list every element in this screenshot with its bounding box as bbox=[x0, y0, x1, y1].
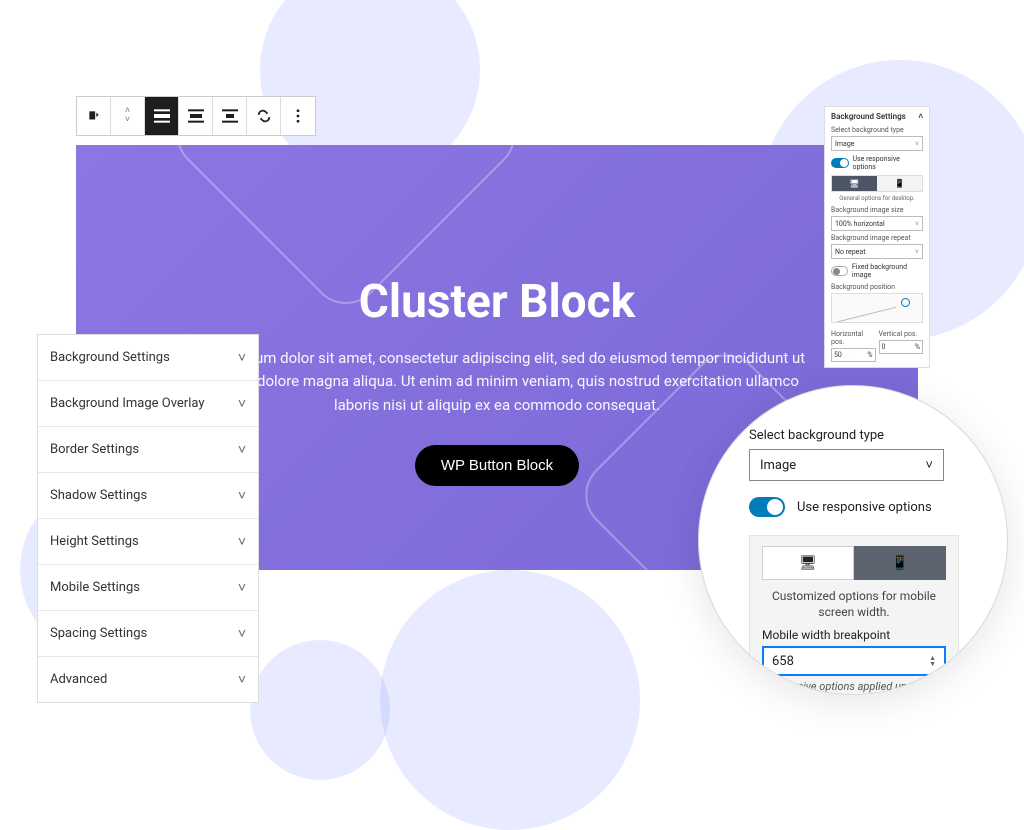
tab-desktop[interactable]: 🖥 bbox=[832, 176, 877, 191]
panel-title: Background Settings bbox=[831, 112, 906, 121]
zoom-select-background-type[interactable]: Image ˅ bbox=[749, 449, 944, 481]
breakpoint-input[interactable]: 658 ▲▼ bbox=[762, 646, 946, 676]
fixed-bg-label: Fixed background image bbox=[852, 263, 923, 279]
zoom-select-label: Select background type bbox=[749, 428, 957, 443]
transform-button[interactable] bbox=[247, 97, 281, 135]
chevron-down-icon: ˅ bbox=[238, 395, 246, 412]
block-movers[interactable]: ˄ ˅ bbox=[111, 97, 145, 135]
input-value: 0 bbox=[882, 343, 886, 351]
select-image-repeat[interactable]: No repeat ˅ bbox=[831, 244, 923, 259]
zoom-tab-mobile[interactable]: 📱 bbox=[854, 546, 946, 580]
mobile-icon: 📱 bbox=[895, 179, 905, 188]
cluster-paragraph: Lorem ipsum dolor sit amet, consectetur … bbox=[177, 347, 817, 417]
background-settings-panel: Background Settings ˄ Select background … bbox=[824, 106, 930, 368]
move-down-icon: ˅ bbox=[125, 116, 130, 125]
chevron-down-icon: ˅ bbox=[238, 671, 246, 688]
cluster-heading: Cluster Block bbox=[166, 275, 828, 329]
select-type-label: Select background type bbox=[831, 126, 923, 134]
v-pos-label: Vertical pos. bbox=[879, 330, 924, 338]
breakpoint-label: Mobile width breakpoint bbox=[762, 628, 946, 642]
responsive-label: Use responsive options bbox=[853, 155, 924, 171]
accordion-item-height[interactable]: Height Settings ˅ bbox=[38, 519, 258, 565]
desktop-icon: 🖥 bbox=[799, 555, 817, 571]
chevron-down-icon: ˅ bbox=[238, 579, 246, 596]
zoom-detail: Select background type Image ˅ Use respo… bbox=[698, 385, 1008, 695]
wp-button-block[interactable]: WP Button Block bbox=[415, 445, 579, 486]
select-value: No repeat bbox=[835, 248, 865, 256]
chevron-down-icon: ˅ bbox=[915, 220, 919, 228]
accordion-item-overlay[interactable]: Background Image Overlay ˅ bbox=[38, 381, 258, 427]
zoom-responsive-label: Use responsive options bbox=[797, 500, 932, 515]
accordion-item-advanced[interactable]: Advanced ˅ bbox=[38, 657, 258, 702]
device-description: General options for desktop. bbox=[831, 195, 923, 202]
position-line bbox=[838, 307, 896, 322]
accordion-label: Height Settings bbox=[50, 534, 139, 549]
accordion-item-shadow[interactable]: Shadow Settings ˅ bbox=[38, 473, 258, 519]
decorative-blob bbox=[250, 640, 390, 780]
chevron-down-icon: ˅ bbox=[915, 248, 919, 256]
decorative-blob bbox=[380, 570, 640, 830]
chevron-down-icon: ˅ bbox=[238, 625, 246, 642]
panel-header[interactable]: Background Settings ˄ bbox=[831, 112, 923, 121]
accordion-item-spacing[interactable]: Spacing Settings ˅ bbox=[38, 611, 258, 657]
accordion-item-mobile[interactable]: Mobile Settings ˅ bbox=[38, 565, 258, 611]
responsive-toggle[interactable] bbox=[831, 158, 849, 168]
chevron-down-icon: ˅ bbox=[238, 441, 246, 458]
tab-mobile[interactable]: 📱 bbox=[877, 176, 922, 191]
accordion-label: Spacing Settings bbox=[50, 626, 147, 641]
chevron-down-icon: ˅ bbox=[238, 349, 246, 366]
zoom-device-description: Customized options for mobile screen wid… bbox=[762, 588, 946, 620]
number-spinner[interactable]: ▲▼ bbox=[929, 655, 936, 667]
accordion-item-background[interactable]: Background Settings ˅ bbox=[38, 335, 258, 381]
select-background-type[interactable]: Image ˅ bbox=[831, 136, 923, 151]
block-type-button[interactable] bbox=[77, 97, 111, 135]
zoom-device-tabs: 🖥 📱 bbox=[762, 546, 946, 580]
repeat-label: Background image repeat bbox=[831, 234, 923, 242]
position-label: Background position bbox=[831, 283, 923, 291]
block-toolbar: ˄ ˅ bbox=[76, 96, 316, 136]
settings-accordion: Background Settings ˅ Background Image Ov… bbox=[37, 334, 259, 703]
zoom-responsive-toggle[interactable] bbox=[749, 497, 785, 517]
position-handle[interactable] bbox=[901, 298, 910, 307]
align-full-button[interactable] bbox=[145, 97, 179, 135]
zoom-device-box: 🖥 📱 Customized options for mobile screen… bbox=[749, 535, 959, 695]
h-pos-label: Horizontal pos. bbox=[831, 330, 876, 346]
mobile-icon: 📱 bbox=[891, 555, 908, 571]
select-value: Image bbox=[760, 458, 796, 473]
fixed-bg-toggle[interactable] bbox=[831, 266, 848, 276]
size-label: Background image size bbox=[831, 206, 923, 214]
input-value: 50 bbox=[834, 351, 842, 359]
v-pos-input[interactable]: 0% bbox=[879, 340, 924, 354]
input-unit: % bbox=[867, 351, 872, 359]
chevron-down-icon: ˅ bbox=[915, 140, 919, 148]
device-tabs: 🖥 📱 bbox=[831, 175, 923, 192]
chevron-up-icon: ˄ bbox=[918, 112, 923, 121]
accordion-label: Border Settings bbox=[50, 442, 139, 457]
desktop-icon: 🖥 bbox=[849, 179, 859, 188]
chevron-down-icon: ˅ bbox=[238, 487, 246, 504]
h-pos-input[interactable]: 50% bbox=[831, 348, 876, 362]
select-value: 100% horizontal bbox=[835, 220, 885, 228]
input-unit: % bbox=[915, 343, 920, 351]
select-value: Image bbox=[835, 140, 855, 148]
accordion-label: Background Settings bbox=[50, 350, 170, 365]
accordion-label: Mobile Settings bbox=[50, 580, 140, 595]
accordion-label: Advanced bbox=[50, 672, 107, 687]
zoom-tab-desktop[interactable]: 🖥 bbox=[762, 546, 854, 580]
align-none-button[interactable] bbox=[213, 97, 247, 135]
breakpoint-hint: Responsive options applied under screen … bbox=[762, 680, 946, 695]
chevron-down-icon: ˅ bbox=[925, 457, 933, 473]
accordion-label: Shadow Settings bbox=[50, 488, 147, 503]
select-image-size[interactable]: 100% horizontal ˅ bbox=[831, 216, 923, 231]
more-options-button[interactable] bbox=[281, 97, 315, 135]
accordion-label: Background Image Overlay bbox=[50, 396, 205, 411]
align-wide-button[interactable] bbox=[179, 97, 213, 135]
chevron-down-icon: ˅ bbox=[238, 533, 246, 550]
accordion-item-border[interactable]: Border Settings ˅ bbox=[38, 427, 258, 473]
position-picker[interactable] bbox=[831, 293, 923, 323]
input-value: 658 bbox=[772, 654, 794, 669]
